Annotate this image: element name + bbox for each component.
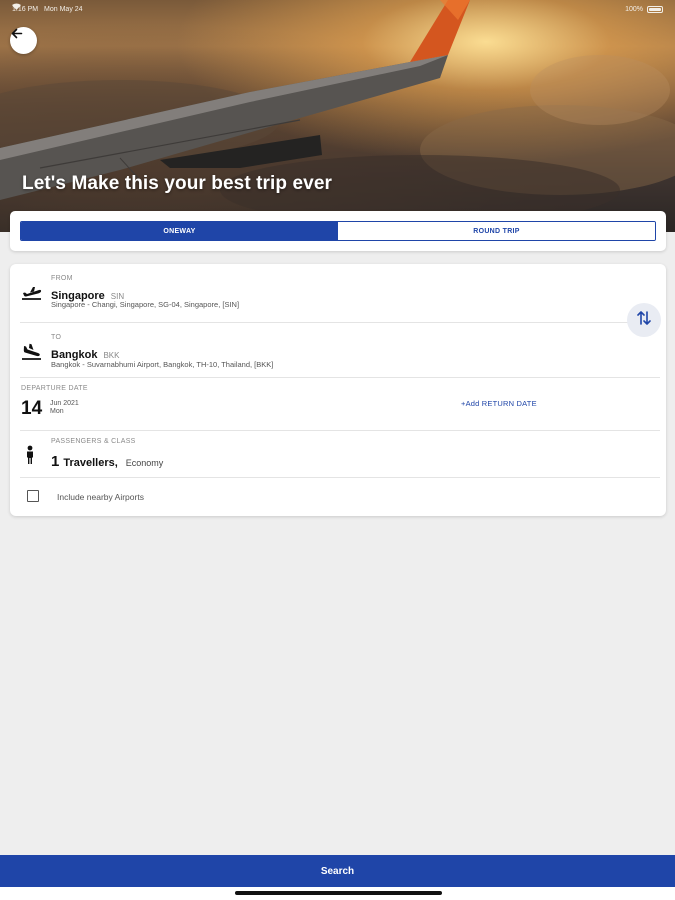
to-label: TO (51, 334, 62, 341)
to-code: BKK (103, 351, 120, 360)
hero-banner: 1:16 PM Mon May 24 100% Let's Make this … (0, 0, 675, 232)
hero-title: Let's Make this your best trip ever (22, 173, 333, 194)
cabin-class: Economy (125, 458, 164, 468)
back-button[interactable] (10, 27, 37, 54)
nearby-airports-checkbox[interactable] (27, 490, 39, 502)
round-trip-tab[interactable]: ROUND TRIP (338, 222, 655, 240)
passengers-label: PASSENGERS & CLASS (51, 438, 136, 445)
person-icon (25, 445, 35, 470)
traveller-count: 1 (51, 453, 60, 470)
travellers-label: Travellers, (63, 457, 118, 469)
nearby-airports-label: Include nearby Airports (57, 492, 144, 502)
battery-icon (647, 5, 663, 13)
departure-date-field[interactable]: DEPARTURE DATE 14 Jun 2021 Mon +Add RETU… (10, 378, 666, 430)
trip-type-segmented-control: ONEWAY ROUND TRIP (20, 221, 656, 241)
to-field[interactable]: TO Bangkok BKK Bangkok - Suvarnabhumi Air… (10, 323, 666, 377)
flight-land-icon (21, 343, 43, 361)
departure-month-year: Jun 2021 (50, 400, 79, 407)
flight-takeoff-icon (21, 284, 43, 302)
status-bar: 1:16 PM Mon May 24 100% (12, 3, 663, 15)
passengers-class-field[interactable]: PASSENGERS & CLASS 1 Travellers, Economy (10, 431, 666, 477)
oneway-tab[interactable]: ONEWAY (21, 222, 338, 240)
airplane-wing-illustration (0, 0, 675, 225)
trip-type-card: ONEWAY ROUND TRIP (10, 211, 666, 251)
departure-day: 14 (21, 398, 43, 419)
departure-weekday: Mon (50, 408, 64, 415)
divider (20, 477, 660, 478)
from-field[interactable]: FROM Singapore SIN Singapore - Changi, Si… (10, 264, 666, 322)
flight-search-form: FROM Singapore SIN Singapore - Changi, Si… (10, 264, 666, 516)
to-airport: Bangkok - Suvarnabhumi Airport, Bangkok,… (51, 360, 274, 369)
departure-label: DEPARTURE DATE (21, 385, 88, 392)
from-airport: Singapore - Changi, Singapore, SG-04, Si… (51, 300, 240, 309)
search-button[interactable]: Search (0, 855, 675, 887)
from-label: FROM (51, 275, 73, 282)
add-return-date-button[interactable]: +Add RETURN DATE (461, 399, 537, 408)
status-date: Mon May 24 (44, 5, 83, 13)
battery-percent: 100% (625, 5, 643, 13)
home-indicator (235, 891, 442, 895)
